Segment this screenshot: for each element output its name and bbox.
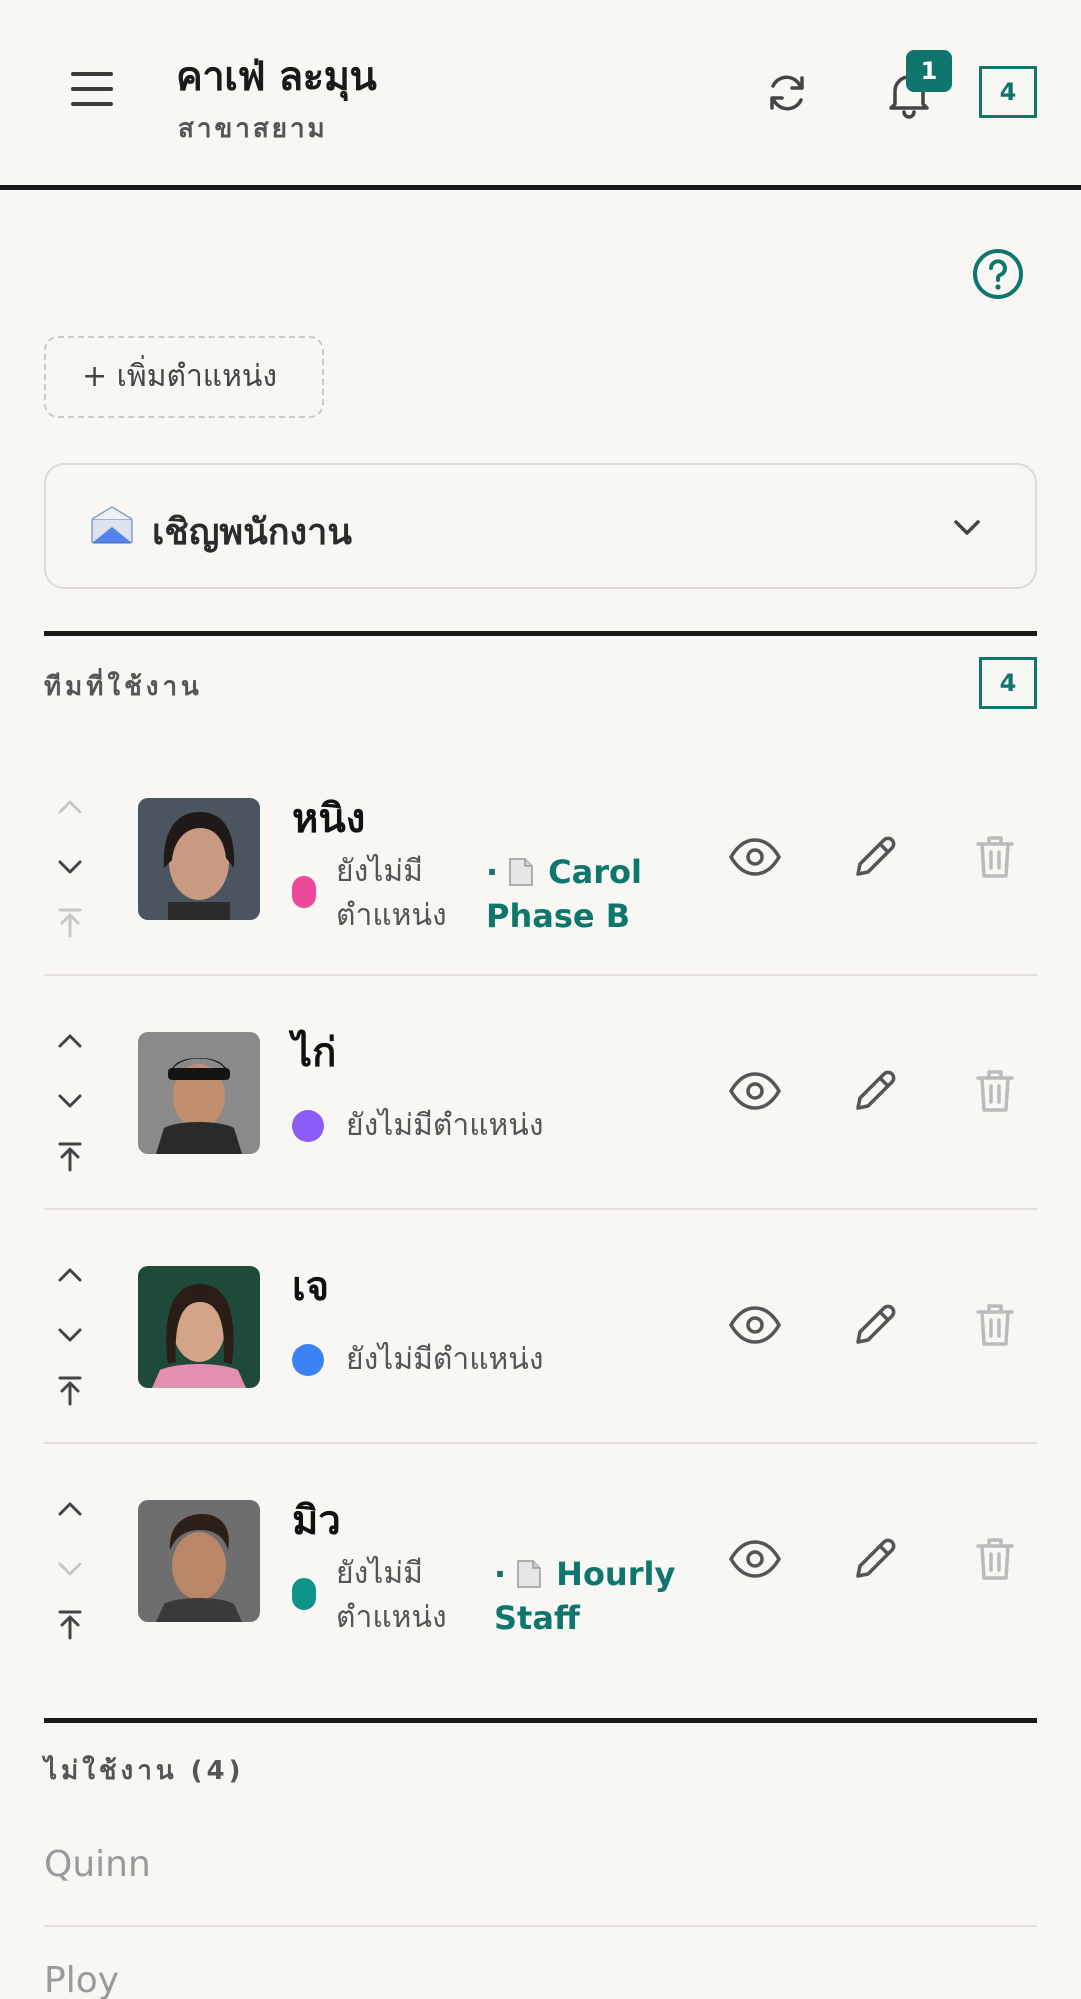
move-to-top-icon[interactable] [48, 1604, 92, 1644]
add-position-button[interactable]: + เพิ่มตำแหน่ง [44, 336, 324, 418]
pencil-icon[interactable] [846, 828, 904, 886]
active-team-label: ทีมที่ใช้งาน [44, 672, 203, 702]
member-name: เจ [292, 1264, 330, 1310]
member-row: หนิง ยังไม่มี ตำแหน่ง · Carol Phase B [44, 742, 1037, 976]
move-up-icon[interactable] [48, 1022, 92, 1062]
move-to-top-icon[interactable] [48, 902, 92, 942]
pencil-icon[interactable] [846, 1530, 904, 1588]
notification-badge: 1 [906, 50, 952, 92]
color-dot [292, 1578, 316, 1610]
inactive-team-label: ไม่ใช้งาน (4) [44, 1756, 245, 1786]
refresh-icon[interactable] [760, 66, 814, 120]
chevron-down-icon [949, 509, 985, 545]
document-icon [516, 1556, 542, 1588]
move-to-top-icon[interactable] [48, 1136, 92, 1176]
store-name: คาเฟ่ ละมุน [176, 54, 377, 100]
member-row: เจ ยังไม่มีตำแหน่ง [44, 1210, 1037, 1444]
trash-icon[interactable] [966, 828, 1024, 886]
help-circle-icon[interactable] [970, 246, 1026, 302]
move-down-icon[interactable] [48, 1314, 92, 1354]
member-name: หนิง [292, 796, 366, 842]
avatar [138, 1266, 260, 1388]
member-row: มิว ยังไม่มี ตำแหน่ง · Hourly Staff [44, 1444, 1037, 1678]
eye-icon[interactable] [726, 1062, 784, 1120]
document-icon [508, 854, 534, 886]
inactive-member[interactable]: Quinn [44, 1844, 151, 1885]
contract-link[interactable]: · Carol Phase B [486, 850, 642, 938]
move-down-icon[interactable] [48, 846, 92, 886]
move-down-icon[interactable] [48, 1080, 92, 1120]
invite-staff-dropdown[interactable]: เชิญพนักงาน [44, 463, 1037, 589]
member-name: มิว [292, 1498, 341, 1544]
position-status: ยังไม่มี ตำแหน่ง [336, 1556, 447, 1635]
trash-icon[interactable] [966, 1530, 1024, 1588]
branch-name: สาขาสยาม [178, 114, 328, 144]
position-status: ยังไม่มีตำแหน่ง [346, 1108, 544, 1143]
eye-icon[interactable] [726, 828, 784, 886]
eye-icon[interactable] [726, 1530, 784, 1588]
trash-icon[interactable] [966, 1296, 1024, 1354]
active-count-badge: 4 [979, 657, 1037, 709]
menu-icon[interactable] [66, 72, 120, 114]
eye-icon[interactable] [726, 1296, 784, 1354]
move-up-icon[interactable] [48, 1490, 92, 1530]
top-bar: คาเฟ่ ละมุน สาขาสยาม 1 4 [0, 0, 1081, 190]
section-divider [44, 631, 1037, 636]
member-name: ไก่ [292, 1030, 337, 1076]
position-status: ยังไม่มีตำแหน่ง [346, 1342, 544, 1377]
move-to-top-icon[interactable] [48, 1370, 92, 1410]
move-up-icon[interactable] [48, 788, 92, 828]
contract-link[interactable]: · Hourly Staff [494, 1552, 675, 1640]
section-divider [44, 1718, 1037, 1723]
staff-count-badge: 4 [979, 66, 1037, 118]
envelope-icon [90, 505, 134, 545]
list-divider [44, 1925, 1037, 1927]
avatar [138, 1032, 260, 1154]
pencil-icon[interactable] [846, 1062, 904, 1120]
pencil-icon[interactable] [846, 1296, 904, 1354]
position-status: ยังไม่มี ตำแหน่ง [336, 854, 447, 933]
avatar [138, 798, 260, 920]
member-row: ไก่ ยังไม่มีตำแหน่ง [44, 976, 1037, 1210]
move-up-icon[interactable] [48, 1256, 92, 1296]
invite-label: เชิญพนักงาน [152, 512, 352, 553]
color-dot [292, 1110, 324, 1142]
trash-icon[interactable] [966, 1062, 1024, 1120]
color-dot [292, 876, 316, 908]
move-down-icon[interactable] [48, 1548, 92, 1588]
color-dot [292, 1344, 324, 1376]
inactive-member[interactable]: Ploy [44, 1960, 119, 1999]
avatar [138, 1500, 260, 1622]
